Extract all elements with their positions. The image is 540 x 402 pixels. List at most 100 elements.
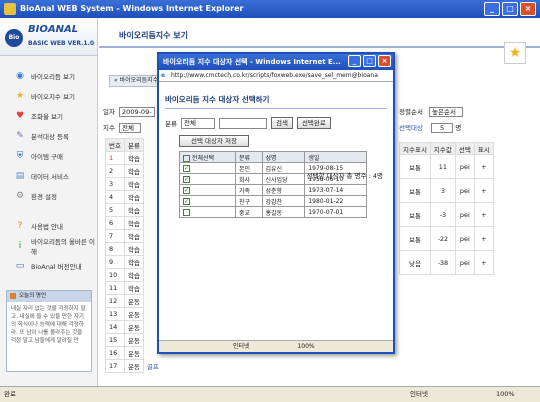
table-row[interactable]: 보통 11 pei +: [399, 154, 494, 179]
popup-minimize-button[interactable]: _: [348, 55, 361, 67]
index-cell: +: [473, 178, 494, 203]
sidebar-item-0[interactable]: ◉ 바이오리듬 보기: [0, 66, 97, 86]
table-row[interactable]: 2 학습: [105, 164, 162, 178]
sidebar-item-label: 바이오리듬의 올바른 이해: [31, 238, 95, 256]
table-row[interactable]: 낮음 -38 pei +: [399, 250, 494, 275]
select-all-header[interactable]: 전체선택: [179, 151, 236, 163]
favorite-star-icon[interactable]: ★: [504, 42, 526, 64]
bg-cell: 운동: [123, 307, 144, 321]
index-cell: +: [473, 250, 494, 275]
row-checkbox-cell[interactable]: ✓: [179, 173, 236, 185]
sidebar-item-1[interactable]: ★ 바이오지수 보기: [0, 86, 97, 106]
row-checkbox[interactable]: [183, 208, 190, 216]
sidebar-item-5[interactable]: ▤ 데이터 서비스: [0, 166, 97, 186]
shield-icon: ⛨: [16, 151, 24, 161]
sidebar-item-2[interactable]: ♥ 조화율 보기: [0, 106, 97, 126]
popup-close-button[interactable]: ×: [378, 55, 391, 67]
member-header: 분류: [234, 151, 263, 163]
table-row[interactable]: 3 학습: [105, 177, 162, 191]
gear-icon: ⚙: [15, 191, 25, 201]
bg-cell: 운동: [123, 359, 144, 373]
category-select[interactable]: 전체: [180, 117, 215, 129]
table-row[interactable]: 10 학습: [105, 268, 162, 282]
table-row[interactable]: 보통 3 pei +: [399, 178, 494, 203]
sidebar-item-label: BioAnal 버전안내: [31, 263, 82, 271]
done-button[interactable]: 선택완료: [296, 117, 331, 129]
row-checkbox-cell[interactable]: ✓: [179, 162, 236, 174]
index-header: 지수표시: [399, 142, 431, 155]
sidebar-item-9[interactable]: ▭ BioAnal 버전안내: [0, 256, 97, 276]
popup-zoom[interactable]: 100%: [297, 343, 314, 350]
table-row[interactable]: 4 학습: [105, 190, 162, 204]
row-checkbox[interactable]: ✓: [183, 186, 190, 194]
sidebar-menu: ◉ 바이오리듬 보기 ★ 바이오지수 보기 ♥ 조화율 보기 ✎ 분석대상 등록 ⛨ 아이템 구매…: [0, 56, 97, 276]
table-row[interactable]: 9 학습: [105, 255, 162, 269]
bg-cell: 학습: [123, 268, 144, 282]
popup-url-bar[interactable]: http://www.cmctech.co.kr/scripts/foxweb.…: [159, 70, 393, 82]
index-cell: 보통: [399, 178, 431, 203]
table-row[interactable]: 13 운동: [105, 307, 162, 321]
table-row[interactable]: 15 운동: [105, 333, 162, 347]
index-cell: 11: [429, 154, 456, 179]
maximize-button[interactable]: □: [502, 2, 518, 16]
member-birth: 1970-07-01: [304, 206, 367, 218]
sidebar-item-8[interactable]: i 바이오리듬의 올바른 이해: [0, 236, 97, 256]
bg-cell: 15: [105, 333, 125, 347]
table-row[interactable]: 보통 -3 pei +: [399, 202, 494, 227]
sidebar-item-7[interactable]: ? 사용법 안내: [0, 216, 97, 236]
table-row[interactable]: 17 운동 골프: [105, 359, 162, 373]
table-row[interactable]: 12 운동: [105, 294, 162, 308]
member-name: 홍길동: [261, 206, 306, 218]
row-checkbox-cell[interactable]: ✓: [179, 184, 236, 196]
select-all-checkbox[interactable]: [183, 154, 190, 162]
popup-statusbar: 인터넷 100%: [159, 340, 393, 352]
search-input[interactable]: [218, 117, 267, 129]
popup-window: 바이오리듬 지수 대상자 선택 - Windows Internet E... …: [157, 52, 395, 354]
sidebar-item-3[interactable]: ✎ 분석대상 등록: [0, 126, 97, 146]
bg-cell: 8: [105, 242, 125, 256]
sidebar-item-label: 사용법 안내: [31, 223, 63, 231]
bg-cell: 17: [105, 359, 125, 373]
row-checkbox[interactable]: ✓: [183, 197, 190, 205]
index-header: 선택: [454, 142, 475, 155]
sidebar-item-4[interactable]: ⛨ 아이템 구매: [0, 146, 97, 166]
save-selection-button[interactable]: 선택 대상자 저장: [179, 135, 249, 147]
popup-titlebar: 바이오리듬 지수 대상자 선택 - Windows Internet E... …: [159, 54, 393, 70]
table-row[interactable]: 6 학습: [105, 216, 162, 230]
status-zoom[interactable]: 100%: [496, 387, 515, 402]
table-row[interactable]: 14 운동: [105, 320, 162, 334]
table-row[interactable]: 1 학습: [105, 151, 162, 165]
table-row[interactable]: 중교 홍길동 1970-07-01: [179, 206, 367, 218]
bg-cell: 5: [105, 203, 125, 217]
index-select[interactable]: 전체: [119, 123, 142, 133]
table-row[interactable]: 11 학습: [105, 281, 162, 295]
table-row[interactable]: 7 학습: [105, 229, 162, 243]
monitor-icon: ▭: [15, 261, 25, 271]
bg-cell: 학습: [123, 177, 144, 191]
sort-select[interactable]: 높은순서: [429, 107, 463, 117]
row-checkbox-cell[interactable]: ✓: [179, 195, 236, 207]
statusbar: 완료 인터넷 100%: [0, 386, 540, 402]
table-row[interactable]: 5 학습: [105, 203, 162, 217]
sidebar-item-6[interactable]: ⚙ 환경 설정: [0, 186, 97, 206]
bg-cell: 9: [105, 255, 125, 269]
index-cell: -3: [429, 202, 456, 227]
member-name: 성춘향: [261, 184, 306, 196]
close-button[interactable]: ×: [520, 2, 536, 16]
minimize-button[interactable]: _: [484, 2, 500, 16]
row-checkbox-cell[interactable]: [179, 206, 236, 218]
search-button[interactable]: 검색: [270, 117, 293, 129]
row-checkbox[interactable]: ✓: [183, 175, 190, 183]
table-row[interactable]: ✓ 친구 강감찬 1980-01-22: [179, 195, 367, 207]
table-row[interactable]: 보통 -22 pei +: [399, 226, 494, 251]
date-input[interactable]: 2009-09-: [119, 107, 155, 117]
date-row: 일자 2009-09-: [103, 106, 155, 117]
help-icon: ?: [17, 221, 23, 231]
table-row[interactable]: 8 학습: [105, 242, 162, 256]
sidebar-item-label: 데이터 서비스: [31, 173, 69, 181]
row-checkbox[interactable]: ✓: [183, 164, 190, 172]
member-name: 신사임당: [261, 173, 306, 185]
table-row[interactable]: ✓ 가족 성춘향 1973-07-14: [179, 184, 367, 196]
popup-maximize-button[interactable]: □: [363, 55, 376, 67]
table-row[interactable]: 16 운동: [105, 346, 162, 360]
